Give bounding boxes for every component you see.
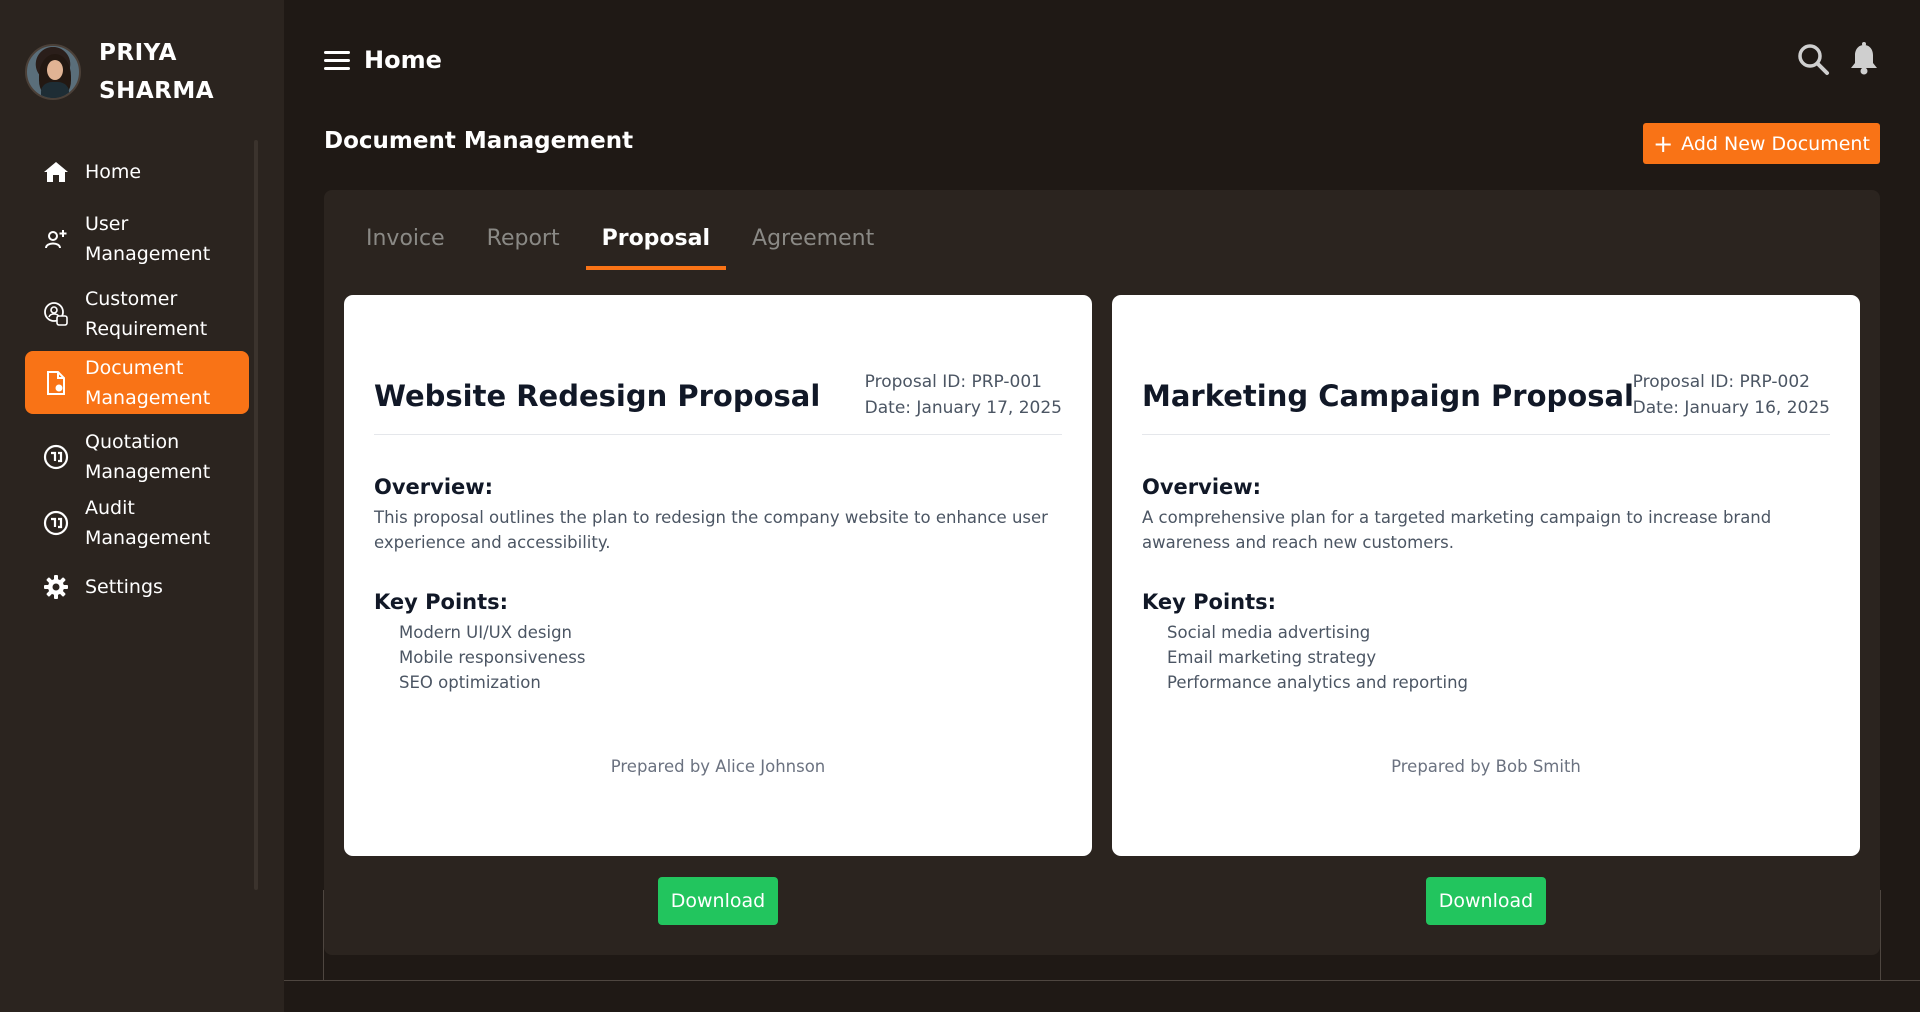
overview-text: This proposal outlines the plan to redes…	[374, 508, 1048, 552]
overview-heading: Overview:	[374, 475, 494, 499]
proposal-id: Proposal ID: PRP-002	[1632, 372, 1810, 392]
sidebar-item-label: Home	[85, 161, 142, 183]
top-bar: Home	[284, 0, 1920, 125]
list-item: Email marketing strategy	[1167, 648, 1377, 667]
key-points-list: Social media advertising Email marketing…	[1167, 620, 1468, 695]
divider	[284, 980, 1920, 981]
user-first-name: PRIYA	[99, 40, 177, 66]
key-points-heading: Key Points:	[1142, 590, 1277, 614]
sidebar: PRIYA SHARMA Home User Management Custom…	[0, 0, 284, 1012]
sidebar-nav: Home User Management Customer Requiremen…	[25, 142, 249, 614]
page-title: Document Management	[324, 128, 634, 154]
proposal-meta: Proposal ID: PRP-001 Date: January 17, 2…	[865, 369, 1062, 421]
overview-heading: Overview:	[1142, 475, 1262, 499]
sidebar-item-label: Settings	[85, 576, 163, 598]
home-icon	[39, 161, 73, 183]
sidebar-item-customer-requirement[interactable]: Customer Requirement	[25, 277, 249, 351]
download-button[interactable]: Download	[658, 877, 778, 925]
proposal-card: Website Redesign Proposal Proposal ID: P…	[344, 295, 1092, 856]
user-last-name: SHARMA	[99, 78, 215, 104]
tab-proposal[interactable]: Proposal	[585, 226, 727, 270]
list-item: SEO optimization	[399, 673, 541, 692]
customer-requirement-icon	[39, 300, 73, 328]
sidebar-item-label: Customer	[85, 288, 178, 310]
header-title: Home	[364, 46, 442, 74]
panel-border	[323, 890, 1881, 980]
proposal-meta: Proposal ID: PRP-002 Date: January 16, 2…	[1633, 369, 1830, 421]
card-header: Marketing Campaign Proposal Proposal ID:…	[1142, 369, 1830, 435]
sidebar-item-user-management[interactable]: User Management	[25, 202, 249, 276]
plus-icon: +	[1653, 129, 1674, 158]
key-points-heading: Key Points:	[374, 590, 509, 614]
proposal-title: Marketing Campaign Proposal	[1142, 379, 1634, 413]
sidebar-item-label: Management	[85, 527, 211, 549]
sidebar-item-quotation-management[interactable]: Quotation Management	[25, 420, 249, 494]
menu-toggle-icon[interactable]	[324, 51, 350, 71]
prepared-by: Prepared by Alice Johnson	[610, 757, 826, 776]
quotation-icon	[39, 444, 73, 470]
proposal-title: Website Redesign Proposal	[374, 379, 821, 413]
list-item: Mobile responsiveness	[399, 648, 586, 667]
sidebar-item-audit-management[interactable]: Audit Management	[25, 486, 249, 560]
key-points-list: Modern UI/UX design Mobile responsivenes…	[399, 620, 585, 695]
sidebar-item-label: Management	[85, 386, 211, 409]
sidebar-item-label: Management	[85, 243, 211, 265]
search-icon[interactable]	[1796, 42, 1830, 76]
sidebar-item-label: Quotation	[85, 431, 180, 453]
proposal-id: Proposal ID: PRP-001	[864, 372, 1042, 392]
prepared-by: Prepared by Bob Smith	[1391, 757, 1581, 776]
user-profile[interactable]: PRIYA SHARMA	[25, 34, 214, 110]
sidebar-scrollbar[interactable]	[254, 140, 258, 890]
user-name: PRIYA SHARMA	[99, 34, 214, 110]
sidebar-item-home[interactable]: Home	[25, 142, 249, 202]
add-new-document-button[interactable]: + Add New Document	[1643, 123, 1880, 164]
sidebar-item-document-management[interactable]: Document Management	[25, 351, 249, 414]
proposal-card: Marketing Campaign Proposal Proposal ID:…	[1112, 295, 1860, 856]
sidebar-item-label: Management	[85, 461, 211, 483]
sidebar-item-label: Audit	[85, 497, 135, 519]
tab-invoice[interactable]: Invoice	[350, 226, 461, 270]
overview-text: A comprehensive plan for a targeted mark…	[1142, 508, 1772, 552]
download-button[interactable]: Download	[1426, 877, 1546, 925]
list-item: Modern UI/UX design	[399, 623, 573, 642]
add-new-document-label: Add New Document	[1681, 132, 1870, 155]
avatar	[25, 44, 81, 100]
tab-report[interactable]: Report	[471, 226, 576, 270]
notification-bell-icon[interactable]	[1848, 42, 1882, 76]
gear-icon	[39, 574, 73, 600]
proposal-date: Date: January 16, 2025	[1632, 398, 1830, 418]
sidebar-item-label: Requirement	[85, 318, 208, 340]
card-header: Website Redesign Proposal Proposal ID: P…	[374, 369, 1062, 435]
document-type-tabs: Invoice Report Proposal Agreement	[350, 226, 900, 270]
tab-agreement[interactable]: Agreement	[736, 226, 890, 270]
audit-icon	[39, 510, 73, 536]
user-add-icon	[39, 227, 73, 251]
list-item: Social media advertising	[1167, 623, 1371, 642]
sidebar-item-settings[interactable]: Settings	[25, 560, 249, 614]
sidebar-item-label: User	[85, 213, 129, 235]
list-item: Performance analytics and reporting	[1167, 673, 1468, 692]
proposal-date: Date: January 17, 2025	[864, 398, 1062, 418]
document-icon	[39, 370, 73, 396]
sidebar-item-label: Document	[85, 356, 184, 379]
